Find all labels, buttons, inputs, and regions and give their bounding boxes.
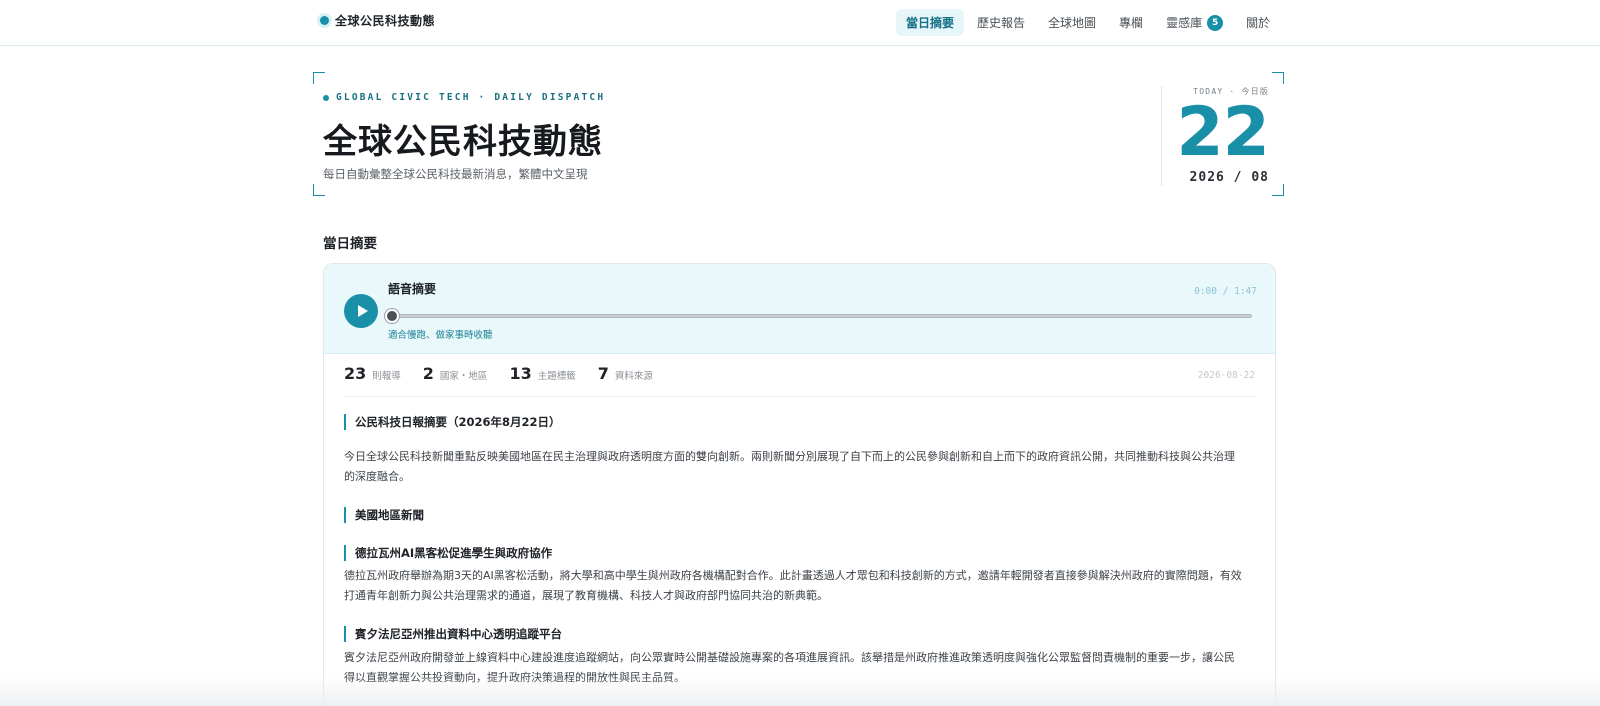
stat-label: 國家・地區 <box>439 371 488 382</box>
article-body: 賓夕法尼亞州政府開發並上線資料中心建設進度追蹤網站，向公眾實時公開基礎設施專案的… <box>344 651 1235 684</box>
nav-label: 關於 <box>1246 16 1271 30</box>
nav-label: 全球地圖 <box>1048 16 1097 30</box>
nav-label: 當日摘要 <box>906 16 955 30</box>
play-button[interactable] <box>344 294 378 328</box>
hero-header: GLOBAL CIVIC TECH · DAILY DISPATCH 全球公民科… <box>313 72 1284 196</box>
nav-item-history[interactable]: 歷史報告 <box>967 9 1035 36</box>
stat-label: 主題標籤 <box>537 371 576 382</box>
article-title: 德拉瓦州AI黑客松促進學生與政府協作 <box>344 545 552 561</box>
date-divider <box>1161 86 1162 186</box>
summary-intro: 今日全球公民科技新聞重點反映美國地區在民主治理與政府透明度方面的雙向創新。兩則新… <box>344 450 1235 483</box>
summary-heading: 公民科技日報摘要（2026年8月22日） <box>344 414 561 430</box>
corner-bracket <box>313 184 325 196</box>
stat-number: 13 <box>509 364 532 383</box>
audio-player: 語音摘要 0:00 / 1:47 適合慢跑、做家事時收聽 <box>324 264 1275 354</box>
audio-title: 語音摘要 <box>388 282 437 296</box>
day-number: 22 <box>1176 93 1270 172</box>
article-body: 德拉瓦州政府舉辦為期3天的AI黑客松活動，將大學和高中學生與州政府各機構配對合作… <box>344 569 1242 602</box>
audio-progress-bar[interactable] <box>385 309 1252 323</box>
stat-item: 2 國家・地區 <box>423 364 488 383</box>
nav-label: 歷史報告 <box>977 16 1026 30</box>
section-title: 當日摘要 <box>323 236 377 252</box>
stats-date: 2026-08-22 <box>1197 370 1255 381</box>
brand-logo[interactable]: 全球公民科技動態 <box>320 12 435 29</box>
nav-label: 專欄 <box>1119 16 1144 30</box>
stat-item: 13 主題標籤 <box>509 364 575 383</box>
stat-item: 23 則報導 <box>344 364 401 383</box>
nav-item-daily-summary[interactable]: 當日摘要 <box>896 9 965 36</box>
stat-label: 則報導 <box>372 371 401 382</box>
summary-card: 語音摘要 0:00 / 1:47 適合慢跑、做家事時收聽 23 則報導 2 國家・地… <box>323 263 1276 706</box>
page-subtitle: 每日自動彙整全球公民科技最新消息，繁體中文呈現 <box>323 167 588 181</box>
region-heading: 美國地區新聞 <box>344 507 424 523</box>
nav-item-global-map[interactable]: 全球地圖 <box>1038 9 1106 36</box>
nav-label: 靈感庫 <box>1166 16 1203 30</box>
audio-note: 適合慢跑、做家事時收聽 <box>388 330 493 341</box>
top-navbar: 全球公民科技動態 當日摘要 歷史報告 全球地圖 專欄 靈感庫 5 關於 <box>0 0 1600 46</box>
corner-bracket <box>313 72 325 84</box>
stat-item: 7 資料來源 <box>598 364 653 383</box>
article-title: 賓夕法尼亞州推出資料中心透明追蹤平台 <box>344 626 562 642</box>
stat-label: 資料來源 <box>614 371 653 382</box>
kicker-text: GLOBAL CIVIC TECH · DAILY DISPATCH <box>336 92 606 103</box>
stat-number: 2 <box>422 364 434 383</box>
brand-dot-icon <box>320 16 329 25</box>
nav-item-columns[interactable]: 專欄 <box>1109 9 1153 36</box>
hero-kicker: GLOBAL CIVIC TECH · DAILY DISPATCH <box>323 92 605 103</box>
kicker-dot-icon <box>323 94 329 101</box>
main-nav: 當日摘要 歷史報告 全球地圖 專欄 靈感庫 5 關於 <box>896 9 1283 36</box>
nav-item-about[interactable]: 關於 <box>1236 9 1280 36</box>
month-year: 2026 / 08 <box>1189 170 1269 185</box>
brand-name: 全球公民科技動態 <box>335 14 436 28</box>
corner-bracket <box>1272 72 1284 84</box>
audio-time: 0:00 / 1:47 <box>1194 286 1257 297</box>
date-display: TODAY · 今日版 22 2026 / 08 <box>1165 86 1270 185</box>
stat-number: 7 <box>597 364 609 383</box>
page-title: 全球公民科技動態 <box>323 122 603 162</box>
play-icon <box>357 305 368 317</box>
stats-row: 23 則報導 2 國家・地區 13 主題標籤 7 資料來源 <box>344 364 675 383</box>
divider <box>344 396 1257 397</box>
corner-bracket <box>1272 184 1284 196</box>
nav-item-inspiration[interactable]: 靈感庫 5 <box>1156 9 1233 36</box>
count-badge: 5 <box>1207 14 1224 31</box>
progress-knob[interactable] <box>385 309 399 323</box>
stat-number: 23 <box>344 364 367 383</box>
